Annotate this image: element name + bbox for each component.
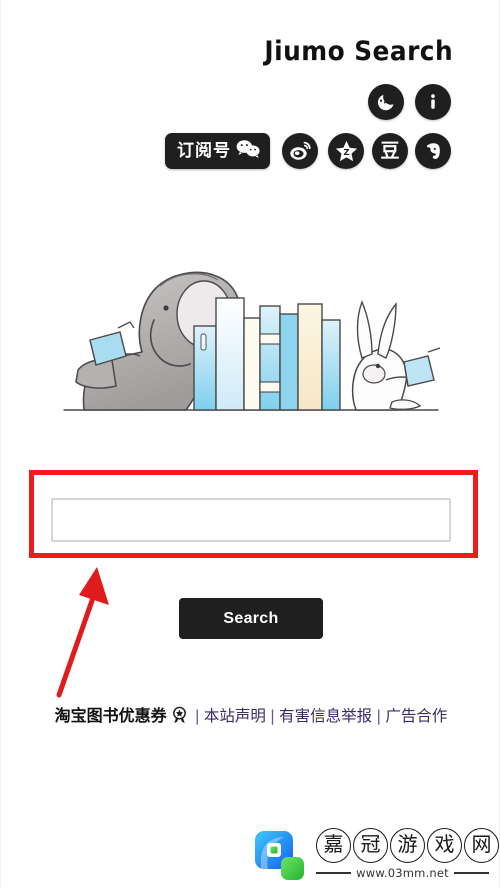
footer-separator-1: | [194,707,200,725]
wechat-icon [235,138,261,165]
footer-link-report[interactable]: 有害信息举报 [279,707,372,725]
evernote-button[interactable] [415,133,451,169]
watermark-rule-left [316,872,352,874]
footer-link-statement[interactable]: 本站声明 [204,707,266,725]
svg-text:Z: Z [343,147,349,157]
site-watermark: 嘉 冠 游 戏 网 www.03mm.net [254,828,499,886]
wechat-pill-label: 订阅号 [177,140,231,161]
watermark-char-0: 嘉 [316,828,351,863]
watermark-char-3: 戏 [427,828,462,863]
weibo-button[interactable] [282,133,318,169]
info-icon [422,91,444,113]
search-input[interactable] [51,498,451,542]
taobao-coupon-link[interactable]: 淘宝图书优惠券 [55,706,167,725]
about-button[interactable] [415,84,451,120]
weibo-icon [288,139,312,163]
watermark-char-1: 冠 [353,828,388,863]
award-badge-icon [170,706,189,733]
search-button[interactable]: Search [179,598,323,639]
footer-separator-2: | [269,707,276,725]
wechat-subscription-button[interactable]: 订阅号 [165,133,270,169]
moon-icon [375,91,397,113]
qzone-button[interactable]: Z [328,133,364,169]
douban-icon: 豆 [380,139,400,162]
watermark-rule-right [453,872,490,874]
page-root: Jiumo Search 订阅号 Z 豆 Search 淘宝图书优惠券 | 本站… [0,0,500,888]
footer-separator-3: | [376,707,382,725]
watermark-characters: 嘉 冠 游 戏 网 [316,828,499,863]
footer-link-advertising[interactable]: 广告合作 [385,707,447,725]
watermark-char-4: 网 [464,828,499,863]
page-title: Jiumo Search [264,36,453,67]
watermark-char-2: 游 [390,828,425,863]
watermark-url-text: www.03mm.net [356,866,449,880]
elephant-rabbit-books-illustration [56,222,446,422]
watermark-logo-icon [254,830,306,882]
night-mode-button[interactable] [368,84,404,120]
watermark-url: www.03mm.net [316,866,490,880]
annotation-red-arrow [39,555,129,700]
footer-links: 淘宝图书优惠券 | 本站声明 | 有害信息举报 | 广告合作 [41,703,461,733]
qzone-star-icon: Z [334,139,359,164]
douban-button[interactable]: 豆 [372,133,408,169]
evernote-elephant-icon [422,140,445,163]
